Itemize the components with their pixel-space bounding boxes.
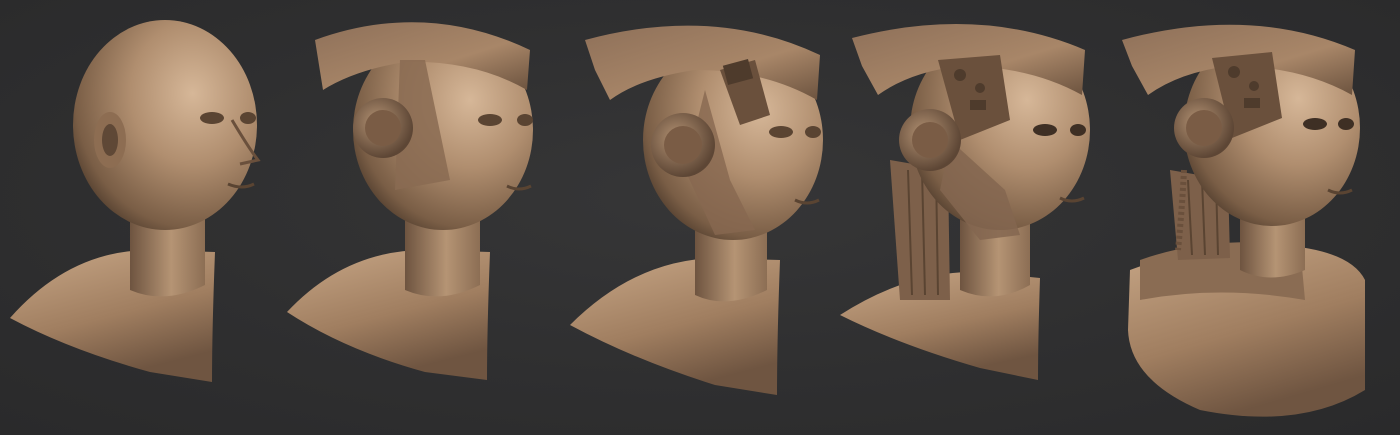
bust-stage-4 xyxy=(830,0,1130,435)
sculpt-progression-canvas xyxy=(0,0,1400,435)
bust-stage-3 xyxy=(555,0,855,435)
bust-stage-1 xyxy=(0,0,300,435)
bust-stage-5 xyxy=(1100,0,1400,435)
bust-stage-2 xyxy=(275,0,575,435)
